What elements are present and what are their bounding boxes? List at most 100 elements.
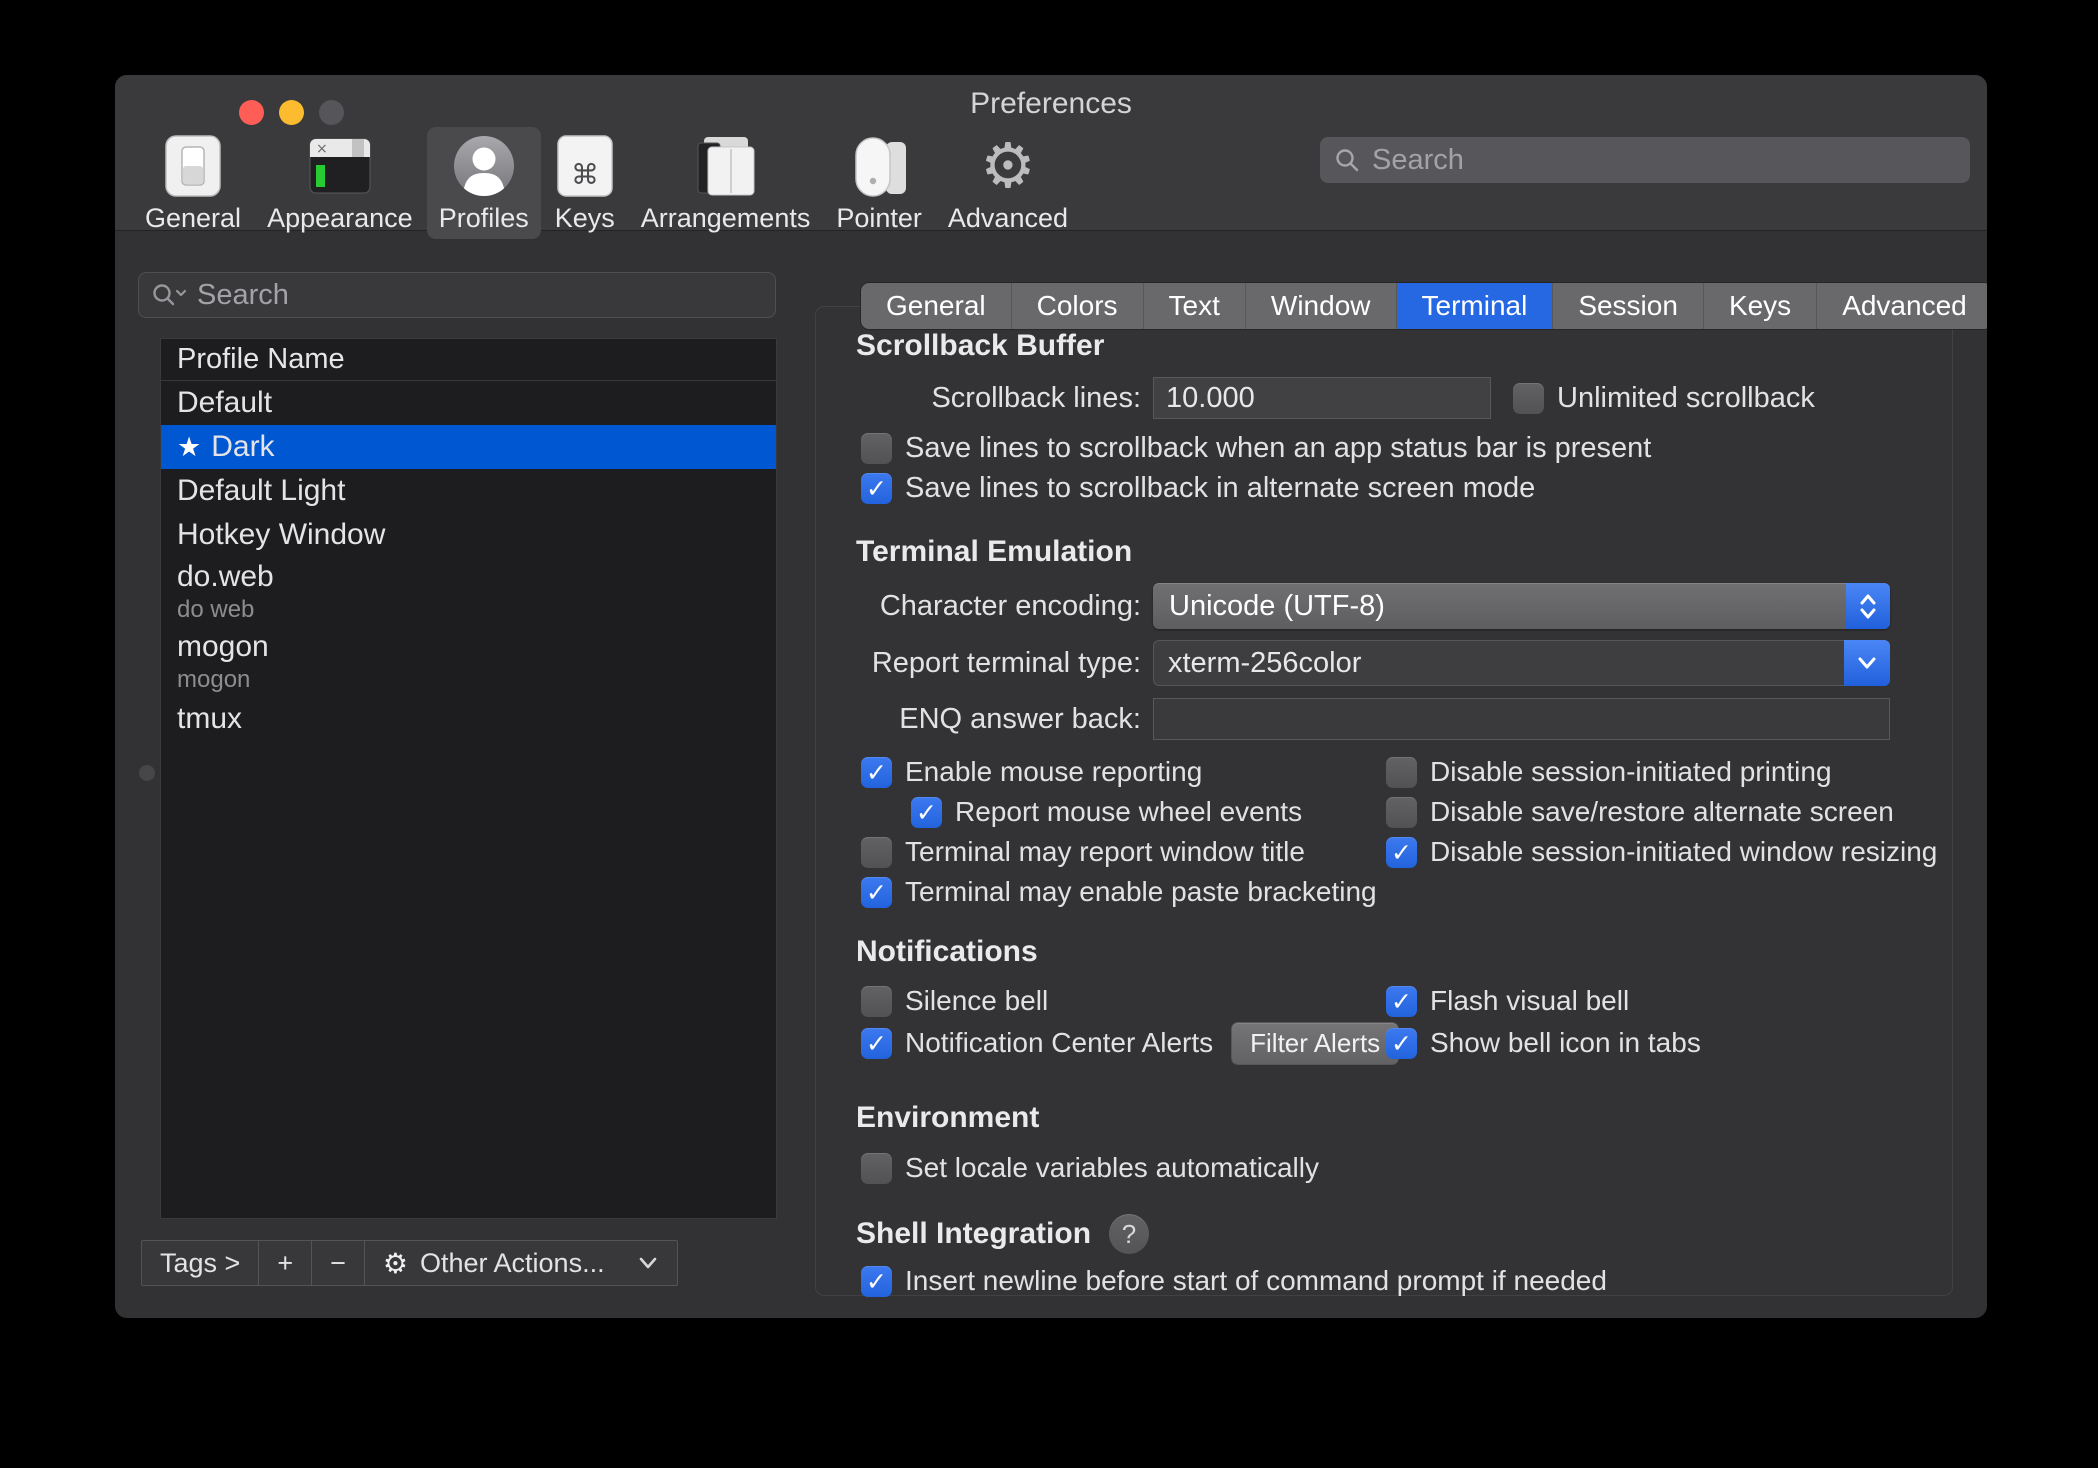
toolbar-item-advanced[interactable]: ⚙ Advanced [936, 127, 1080, 239]
chevron-down-icon [639, 1257, 657, 1269]
flash-bell-checkbox[interactable]: ✓ [1386, 985, 1417, 1017]
tab-general[interactable]: General [861, 283, 1012, 329]
profile-list-header: Profile Name [161, 339, 776, 381]
gear-icon: ⚙ [382, 1246, 408, 1280]
profile-row[interactable]: mogon mogon [161, 627, 776, 697]
locale-checkbox[interactable]: ✓ [861, 1152, 892, 1184]
terminal-type-combobox[interactable]: xterm-256color [1153, 640, 1890, 686]
tab-advanced[interactable]: Advanced [1817, 283, 1987, 329]
bell-icon-tabs-label: Show bell icon in tabs [1430, 1027, 1701, 1058]
toolbar-item-label: General [145, 203, 242, 233]
disable-printing-checkbox[interactable]: ✓ [1386, 756, 1417, 788]
toolbar-item-profiles[interactable]: Profiles [426, 127, 541, 239]
unlimited-scrollback-checkbox[interactable]: ✓ [1513, 382, 1544, 414]
disable-alternate-label: Disable save/restore alternate screen [1430, 796, 1894, 827]
tab-terminal[interactable]: Terminal [1396, 283, 1554, 329]
profile-row[interactable]: do.web do web [161, 557, 776, 627]
profile-row[interactable]: ★Default [161, 381, 776, 425]
help-button[interactable]: ? [1109, 1214, 1150, 1254]
search-input[interactable] [1372, 143, 1956, 177]
locale-label: Set locale variables automatically [905, 1152, 1319, 1183]
tab-window[interactable]: Window [1246, 283, 1397, 329]
traffic-lights [239, 100, 344, 125]
profile-row[interactable]: tmux [161, 697, 776, 741]
environment-heading: Environment [856, 1101, 1040, 1134]
close-button[interactable] [239, 100, 264, 125]
stepper-chevrons-icon [1846, 583, 1890, 629]
filter-alerts-button[interactable]: Filter Alerts [1231, 1021, 1400, 1065]
toolbar-item-general[interactable]: General [133, 127, 253, 239]
terminal-type-value: xterm-256color [1168, 646, 1362, 679]
paste-bracketing-checkbox[interactable]: ✓ [861, 876, 892, 908]
mouse-icon [848, 133, 910, 199]
disable-resizing-checkbox[interactable]: ✓ [1386, 836, 1417, 868]
zoom-button[interactable] [319, 100, 344, 125]
chevron-down-icon [1844, 640, 1890, 686]
enq-input[interactable] [1153, 698, 1890, 740]
search-menu-icon [153, 284, 187, 306]
terminal-type-label: Report terminal type: [871, 646, 1141, 679]
remove-profile-button[interactable]: − [312, 1241, 365, 1285]
preferences-window: Preferences General × Appearance Profile… [115, 75, 1987, 1318]
character-encoding-label: Character encoding: [879, 589, 1141, 622]
bell-icon-tabs-checkbox[interactable]: ✓ [1386, 1027, 1417, 1059]
profile-list: Profile Name ★Default ★Dark Default Ligh… [160, 338, 777, 1219]
save-statusbar-checkbox[interactable]: ✓ [861, 432, 892, 464]
profile-actions-bar: Tags > + − ⚙ Other Actions... [141, 1240, 678, 1286]
toolbar-item-keys[interactable]: ⌘ Keys [543, 127, 627, 239]
window-chrome: Preferences General × Appearance Profile… [115, 75, 1987, 239]
toolbar-item-label: Keys [554, 203, 615, 233]
toolbar-item-label: Pointer [836, 203, 922, 233]
tags-button[interactable]: Tags > [142, 1241, 260, 1285]
mouse-wheel-checkbox[interactable]: ✓ [911, 796, 942, 828]
window-title: Preferences [970, 87, 1132, 120]
notifications-heading: Notifications [856, 935, 1038, 968]
silence-bell-checkbox[interactable]: ✓ [861, 985, 892, 1017]
tab-keys[interactable]: Keys [1704, 283, 1818, 329]
tab-colors[interactable]: Colors [1012, 283, 1144, 329]
mouse-reporting-label: Enable mouse reporting [905, 756, 1203, 787]
add-profile-button[interactable]: + [259, 1241, 313, 1285]
tab-session[interactable]: Session [1553, 283, 1704, 329]
preferences-toolbar: General × Appearance Profiles ⌘ Keys Arr… [133, 127, 1082, 239]
character-encoding-popup[interactable]: Unicode (UTF-8) [1153, 583, 1890, 629]
profile-search-input[interactable] [197, 278, 763, 312]
profile-row[interactable]: Hotkey Window [161, 513, 776, 557]
insert-newline-checkbox[interactable]: ✓ [861, 1265, 892, 1297]
save-alternate-checkbox[interactable]: ✓ [861, 472, 892, 504]
toolbar-search-field[interactable] [1320, 137, 1970, 183]
terminal-settings-pane: Scrollback Buffer Scrollback lines: ✓ Un… [815, 306, 1953, 1297]
window-stack-icon [694, 133, 758, 199]
report-window-title-label: Terminal may report window title [905, 836, 1305, 867]
scrollback-lines-input[interactable] [1153, 377, 1491, 419]
splitter-dot [139, 765, 155, 781]
profile-search-field[interactable] [138, 272, 776, 318]
silence-bell-label: Silence bell [905, 985, 1049, 1016]
toolbar-item-pointer[interactable]: Pointer [824, 127, 934, 239]
search-icon [1336, 149, 1359, 172]
minimize-button[interactable] [279, 100, 304, 125]
desktop-background: Preferences General × Appearance Profile… [0, 0, 2098, 1468]
character-encoding-value: Unicode (UTF-8) [1169, 589, 1385, 622]
profile-row[interactable]: Default Light [161, 469, 776, 513]
profile-row[interactable]: ★ Dark [161, 425, 776, 469]
disable-alternate-checkbox[interactable]: ✓ [1386, 796, 1417, 828]
disable-resizing-label: Disable session-initiated window resizin… [1430, 836, 1938, 867]
other-actions-dropdown[interactable]: ⚙ Other Actions... [365, 1241, 677, 1285]
toolbar-item-appearance[interactable]: × Appearance [255, 127, 425, 239]
toolbar-item-label: Profiles [438, 203, 529, 233]
mouse-reporting-checkbox[interactable]: ✓ [861, 756, 892, 788]
tab-text[interactable]: Text [1144, 283, 1246, 329]
toolbar-item-arrangements[interactable]: Arrangements [629, 127, 823, 239]
toolbar-item-label: Appearance [267, 203, 413, 233]
svg-text:×: × [316, 141, 328, 157]
nc-alerts-checkbox[interactable]: ✓ [861, 1027, 892, 1059]
scrollback-lines-label: Scrollback lines: [931, 381, 1141, 414]
appearance-window-icon: × [308, 133, 372, 199]
report-window-title-checkbox[interactable]: ✓ [861, 836, 892, 868]
shell-integration-title: Shell Integration [856, 1217, 1092, 1250]
profile-subtitle: mogon [177, 666, 251, 693]
person-avatar-icon [451, 133, 517, 199]
disable-printing-label: Disable session-initiated printing [1430, 756, 1832, 787]
gear-icon: ⚙ [980, 129, 1036, 202]
